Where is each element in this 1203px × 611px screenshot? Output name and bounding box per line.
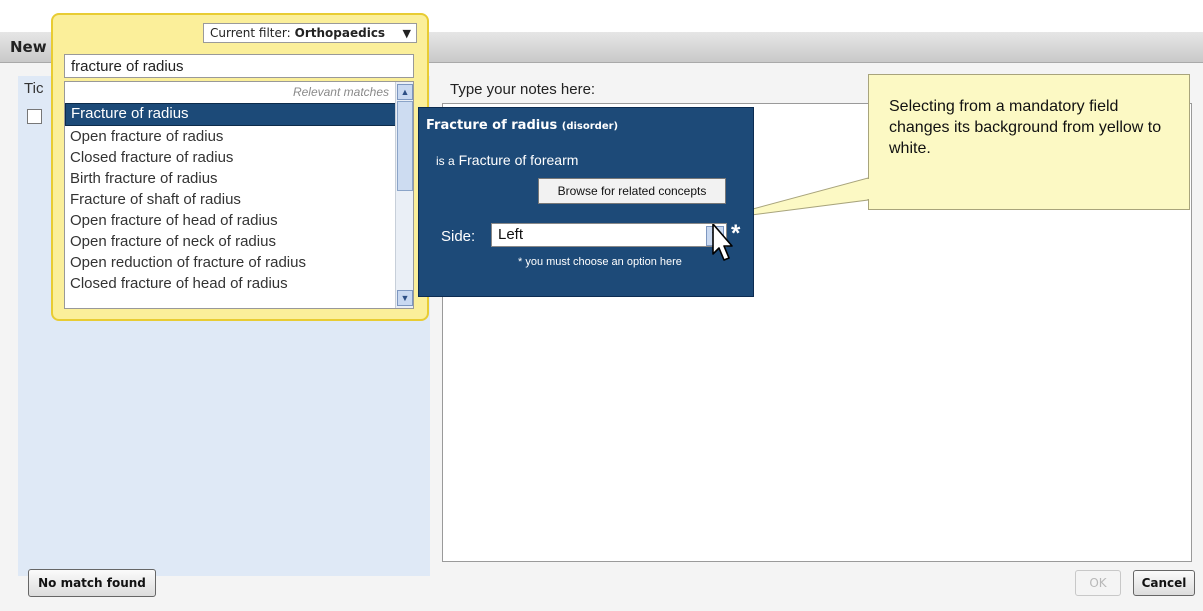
chevron-up-icon[interactable]: ▲ bbox=[397, 84, 413, 100]
callout-note: Selecting from a mandatory field changes… bbox=[868, 74, 1190, 210]
is-a-prefix: is a bbox=[436, 154, 455, 168]
concept-title: Fracture of radius (disorder) bbox=[426, 118, 618, 133]
search-input[interactable]: fracture of radius bbox=[64, 54, 414, 78]
browse-related-button[interactable]: Browse for related concepts bbox=[538, 178, 726, 204]
autocomplete-popup: Current filter: Orthopaedics ▼ fracture … bbox=[51, 13, 429, 321]
callout-text: Selecting from a mandatory field changes… bbox=[889, 98, 1162, 157]
match-items: Fracture of radius Open fracture of radi… bbox=[65, 103, 397, 294]
list-item[interactable]: Birth fracture of radius bbox=[65, 168, 397, 189]
scrollbar-thumb[interactable] bbox=[397, 101, 413, 191]
concept-name: Fracture of radius bbox=[426, 118, 558, 133]
filter-value: Orthopaedics bbox=[294, 26, 386, 40]
side-select[interactable]: Left ▼ bbox=[491, 223, 727, 247]
is-a-value: Fracture of forearm bbox=[458, 152, 579, 168]
notes-label: Type your notes here: bbox=[450, 81, 596, 98]
match-list: Relevant matches Fracture of radius Open… bbox=[64, 81, 414, 309]
chevron-down-icon[interactable]: ▼ bbox=[397, 290, 413, 306]
left-panel-label: Tic bbox=[24, 80, 44, 97]
list-item[interactable]: Open fracture of radius bbox=[65, 126, 397, 147]
list-item-selected[interactable]: Fracture of radius bbox=[65, 103, 396, 126]
chevron-down-icon: ▼ bbox=[402, 27, 411, 40]
no-match-found-button[interactable]: No match found bbox=[28, 569, 156, 597]
ok-button[interactable]: OK bbox=[1075, 570, 1121, 596]
filter-dropdown[interactable]: Current filter: Orthopaedics ▼ bbox=[203, 23, 417, 43]
filter-label: Current filter: bbox=[210, 26, 291, 40]
list-item[interactable]: Closed fracture of head of radius bbox=[65, 273, 397, 294]
list-item[interactable]: Open reduction of fracture of radius bbox=[65, 252, 397, 273]
list-item[interactable]: Open fracture of neck of radius bbox=[65, 231, 397, 252]
list-item[interactable]: Open fracture of head of radius bbox=[65, 210, 397, 231]
is-a-relation: is a Fracture of forearm bbox=[436, 152, 578, 168]
required-note: * you must choose an option here bbox=[518, 256, 682, 268]
list-scrollbar[interactable]: ▲ ▼ bbox=[395, 82, 413, 308]
list-item[interactable]: Closed fracture of radius bbox=[65, 147, 397, 168]
tick-checkbox[interactable] bbox=[27, 109, 42, 124]
cancel-button[interactable]: Cancel bbox=[1133, 570, 1195, 596]
list-header: Relevant matches bbox=[292, 85, 389, 99]
list-item[interactable]: Fracture of shaft of radius bbox=[65, 189, 397, 210]
dialog-title: New bbox=[10, 38, 47, 56]
semantic-tag: (disorder) bbox=[561, 121, 619, 132]
mouse-pointer-icon bbox=[712, 224, 733, 261]
side-select-value: Left bbox=[498, 226, 524, 243]
side-label: Side: bbox=[441, 228, 476, 245]
concept-detail-panel: Fracture of radius (disorder) is a Fract… bbox=[418, 107, 754, 297]
